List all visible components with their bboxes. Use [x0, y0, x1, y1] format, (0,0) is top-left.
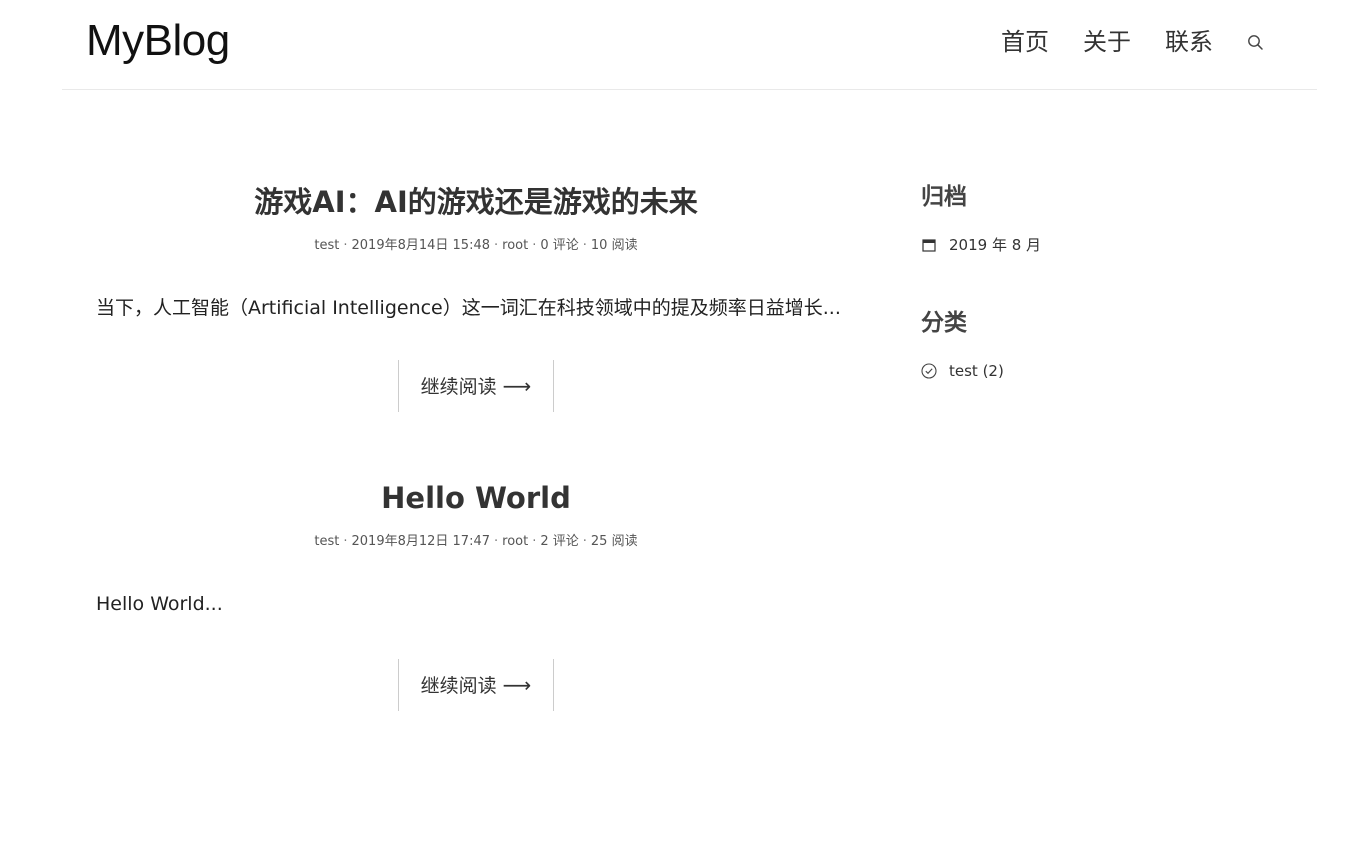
archive-list: 2019 年 8 月 — [921, 234, 1251, 256]
category-title: 分类 — [921, 310, 967, 336]
category-widget: 分类 test (2) — [921, 306, 1251, 382]
site-logo[interactable]: MyBlog — [86, 14, 230, 68]
read-more-wrap: 继续阅读 ⟶ — [96, 360, 856, 412]
post-category-link[interactable]: test — [314, 534, 339, 549]
read-more-button[interactable]: 继续阅读 ⟶ — [397, 659, 555, 711]
archive-title: 归档 — [921, 184, 967, 210]
archive-item-label: 2019 年 8 月 — [949, 236, 1042, 254]
post-excerpt: Hello World... — [96, 593, 223, 615]
post-meta: test · 2019年8月12日 17:47 · root · 2 评论 · 25 阅读 — [314, 534, 638, 549]
post-excerpt: 当下，人工智能（Artificial Intelligence）这一词汇在科技领… — [96, 297, 841, 319]
post-date-link[interactable]: 2019年8月14日 15:48 — [352, 238, 491, 253]
arrow-right-icon: ⟶ — [502, 374, 532, 398]
archive-item[interactable]: 2019 年 8 月 — [921, 234, 1251, 256]
post-comments-link[interactable]: 0 评论 — [540, 238, 578, 253]
read-more-wrap: 继续阅读 ⟶ — [96, 659, 856, 711]
post-item: 游戏AI：AI的游戏还是游戏的未来 test · 2019年8月14日 15:48 ·… — [96, 160, 856, 412]
category-item-label: test (2) — [949, 362, 1004, 380]
archive-widget: 归档 2019 年 8 月 — [921, 180, 1251, 256]
main-nav: 首页 关于 联系 — [1001, 22, 1265, 62]
read-more-label: 继续阅读 — [420, 675, 497, 697]
search-icon[interactable] — [1245, 32, 1265, 52]
post-date-link[interactable]: 2019年8月12日 17:47 — [352, 534, 491, 549]
post-title[interactable]: Hello World — [96, 466, 856, 520]
post-list: 游戏AI：AI的游戏还是游戏的未来 test · 2019年8月14日 15:48 ·… — [96, 160, 856, 711]
site-header: MyBlog 首页 关于 联系 — [62, 0, 1317, 90]
post-views: 25 阅读 — [590, 534, 638, 549]
post-category-link[interactable]: test — [314, 238, 339, 253]
calendar-icon — [921, 237, 937, 253]
read-more-button[interactable]: 继续阅读 ⟶ — [397, 360, 555, 412]
post-author-link[interactable]: root — [502, 238, 528, 253]
category-item[interactable]: test (2) — [921, 360, 1251, 382]
post-item: Hello World test · 2019年8月12日 17:47 · root · 2… — [96, 466, 856, 711]
post-meta: test · 2019年8月14日 15:48 · root · 0 评论 · 10 阅读 — [314, 238, 638, 253]
post-comments-link[interactable]: 2 评论 — [540, 534, 578, 549]
arrow-right-icon: ⟶ — [502, 673, 532, 697]
nav-item-about[interactable]: 关于 — [1083, 22, 1131, 62]
read-more-label: 继续阅读 — [420, 376, 497, 398]
sidebar: 归档 2019 年 8 月 分类 test (2) — [921, 180, 1251, 382]
post-title[interactable]: 游戏AI：AI的游戏还是游戏的未来 — [96, 160, 856, 224]
post-author-link[interactable]: root — [502, 534, 528, 549]
post-views: 10 阅读 — [590, 238, 638, 253]
check-circle-icon — [921, 363, 937, 379]
nav-item-home[interactable]: 首页 — [1001, 22, 1049, 62]
nav-item-contact[interactable]: 联系 — [1165, 22, 1213, 62]
category-list: test (2) — [921, 360, 1251, 382]
